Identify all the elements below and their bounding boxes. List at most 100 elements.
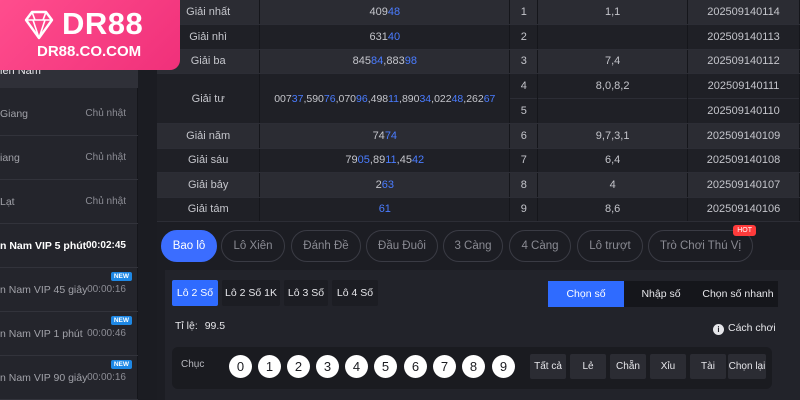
subtab-lo-3-so[interactable]: Lô 3 Số — [284, 280, 328, 306]
sidebar-item[interactable]: Giang Chủ nhật — [0, 92, 138, 136]
row-value: 4 — [537, 172, 689, 198]
prize-name: Giải tư — [157, 73, 261, 124]
quick-select-small[interactable]: Xỉu — [650, 354, 686, 379]
sidebar-item-timer: 00:00:16 — [87, 372, 126, 383]
draw-code: 202509140106 — [687, 197, 800, 222]
digit-ball[interactable]: 3 — [316, 355, 339, 378]
tab-lo-truot[interactable]: Lô trượt — [577, 230, 643, 262]
sidebar-item[interactable]: Lạt Chủ nhật — [0, 180, 138, 224]
prize-number: 7474 — [259, 123, 511, 149]
row-value: 8,0,8,2 — [537, 73, 689, 124]
row-value: 9,7,3,1 — [537, 123, 689, 149]
quick-select-all[interactable]: Tất cả — [530, 354, 566, 379]
sidebar-item[interactable]: NEW n Nam VIP 90 giây 00:00:16 — [0, 356, 138, 400]
tab-3-cang[interactable]: 3 Càng — [443, 230, 503, 262]
row-value: 8,6 — [537, 197, 689, 222]
prize-number: 63140 — [259, 24, 511, 50]
ratio-label: Tỉ lệ: — [175, 320, 198, 332]
draw-code: 202509140108 — [687, 148, 800, 173]
sidebar-item-label: n Nam VIP 5 phút — [0, 240, 87, 252]
quick-reset[interactable]: Chọn lại — [728, 354, 766, 379]
prize-name: Giải năm — [157, 123, 261, 149]
prize-name: Giải tám — [157, 197, 261, 222]
table-row: Giải nhì 63140 2 202509140113 — [157, 24, 800, 50]
results-table: Giải nhất 40948 1 1,1 202509140114 Giải … — [157, 0, 800, 222]
prize-number: 00737,59076,07096,49811,89034,02248,2626… — [259, 73, 511, 124]
row-value: 1,1 — [537, 0, 689, 25]
sidebar-item-label: Giang — [0, 108, 29, 120]
sidebar-item[interactable]: NEW n Nam VIP 45 giây 00:00:16 — [0, 268, 138, 312]
table-row: Giải sáu 7905,8911,4542 7 6,4 2025091401… — [157, 148, 800, 173]
row-index: 6 — [509, 123, 539, 149]
tab-label: Trò Chơi Thú Vị — [659, 240, 742, 252]
quick-select-big[interactable]: Tài — [690, 354, 726, 379]
draw-code: 202509140112 — [687, 49, 800, 74]
sidebar-item[interactable]: NEW n Nam VIP 1 phút 00:00:46 — [0, 312, 138, 356]
mode-nhap-so[interactable]: Nhập số — [624, 281, 698, 307]
digit-ball[interactable]: 2 — [287, 355, 310, 378]
prize-number: 263 — [259, 172, 511, 198]
odds-ratio: Tỉ lệ: 99.5 — [175, 320, 225, 332]
row-value — [537, 24, 689, 50]
diamond-logo-icon — [24, 10, 54, 40]
new-badge: NEW — [110, 316, 132, 325]
tab-tro-choi-thu-vi[interactable]: Trò Chơi Thú Vị HOT — [648, 225, 756, 262]
tab-bao-lo[interactable]: Bao lô — [161, 230, 217, 262]
quick-select-odd[interactable]: Lẻ — [570, 354, 606, 379]
row-index: 3 — [509, 49, 539, 74]
row-index: 1 — [509, 0, 539, 25]
table-row: Giải bảy 263 8 4 202509140107 — [157, 172, 800, 198]
help-label: Cách chơi — [728, 322, 776, 334]
sidebar-item-day: Chủ nhật — [85, 152, 126, 163]
tab-4-cang[interactable]: 4 Càng — [509, 230, 571, 262]
sidebar-item-day: Chủ nhật — [85, 196, 126, 207]
subtab-lo-2-so[interactable]: Lô 2 Số — [172, 280, 218, 306]
digit-ball[interactable]: 5 — [374, 355, 397, 378]
sidebar-item-day: Chủ nhật — [85, 108, 126, 119]
table-row: Giải tư 00737,59076,07096,49811,89034,02… — [157, 73, 800, 124]
prize-name: Giải sáu — [157, 148, 261, 173]
sidebar-item-label: n Nam VIP 1 phút — [0, 328, 83, 340]
brand-logo[interactable]: DR88 DR88.CO.COM — [0, 0, 180, 70]
sidebar-item-active[interactable]: n Nam VIP 5 phút 00:02:45 — [0, 224, 138, 268]
sidebar-item-label: iang — [0, 152, 20, 164]
brand-url: DR88.CO.COM — [37, 43, 142, 60]
digit-ball[interactable]: 4 — [345, 355, 368, 378]
mode-chon-so[interactable]: Chọn số — [548, 281, 624, 307]
prize-number: 84584,88398 — [259, 49, 511, 74]
new-badge: NEW — [110, 360, 132, 369]
table-row: Giải tám 61 9 8,6 202509140106 — [157, 197, 800, 222]
sidebar-item-label: n Nam VIP 90 giây — [0, 372, 88, 384]
mode-chon-so-nhanh[interactable]: Chọn số nhanh — [698, 281, 778, 307]
tab-lo-xien[interactable]: Lô Xiên — [221, 230, 285, 262]
sidebar-item-label: Lạt — [0, 196, 15, 208]
game-tabs: Bao lô Lô Xiên Đánh Đề Đầu Đuôi 3 Càng 4… — [157, 222, 800, 270]
how-to-play-link[interactable]: i Cách chơi — [713, 322, 776, 335]
quick-select-even[interactable]: Chẵn — [610, 354, 646, 379]
digit-ball[interactable]: 9 — [492, 355, 515, 378]
prize-number: 7905,8911,4542 — [259, 148, 511, 173]
draw-code: 202509140114 — [687, 0, 800, 25]
row-index: 9 — [509, 197, 539, 222]
tab-dau-duoi[interactable]: Đầu Đuôi — [366, 230, 438, 262]
row-index: 45 — [509, 73, 539, 124]
row-value: 6,4 — [537, 148, 689, 173]
info-icon: i — [713, 324, 724, 335]
prize-name: Giải bảy — [157, 172, 261, 198]
subtab-lo-2-so-1k[interactable]: Lô 2 Số 1K — [222, 280, 280, 306]
sidebar-item-timer: 00:00:46 — [87, 328, 126, 339]
digit-ball[interactable]: 8 — [462, 355, 485, 378]
digit-ball[interactable]: 1 — [258, 355, 281, 378]
digit-ball[interactable]: 6 — [404, 355, 427, 378]
sidebar-item[interactable]: iang Chủ nhật — [0, 136, 138, 180]
picker-row-label: Chục — [181, 359, 205, 370]
tab-danh-de[interactable]: Đánh Đề — [291, 230, 361, 262]
subtab-lo-4-so[interactable]: Lô 4 Số — [332, 280, 378, 306]
table-row: Giải năm 7474 6 9,7,3,1 202509140109 — [157, 123, 800, 149]
digit-ball[interactable]: 0 — [229, 355, 252, 378]
draw-code: 202509140109 — [687, 123, 800, 149]
digit-ball[interactable]: 7 — [433, 355, 456, 378]
draw-code: 202509140113 — [687, 24, 800, 50]
row-index: 7 — [509, 148, 539, 173]
ratio-value: 99.5 — [204, 320, 226, 332]
